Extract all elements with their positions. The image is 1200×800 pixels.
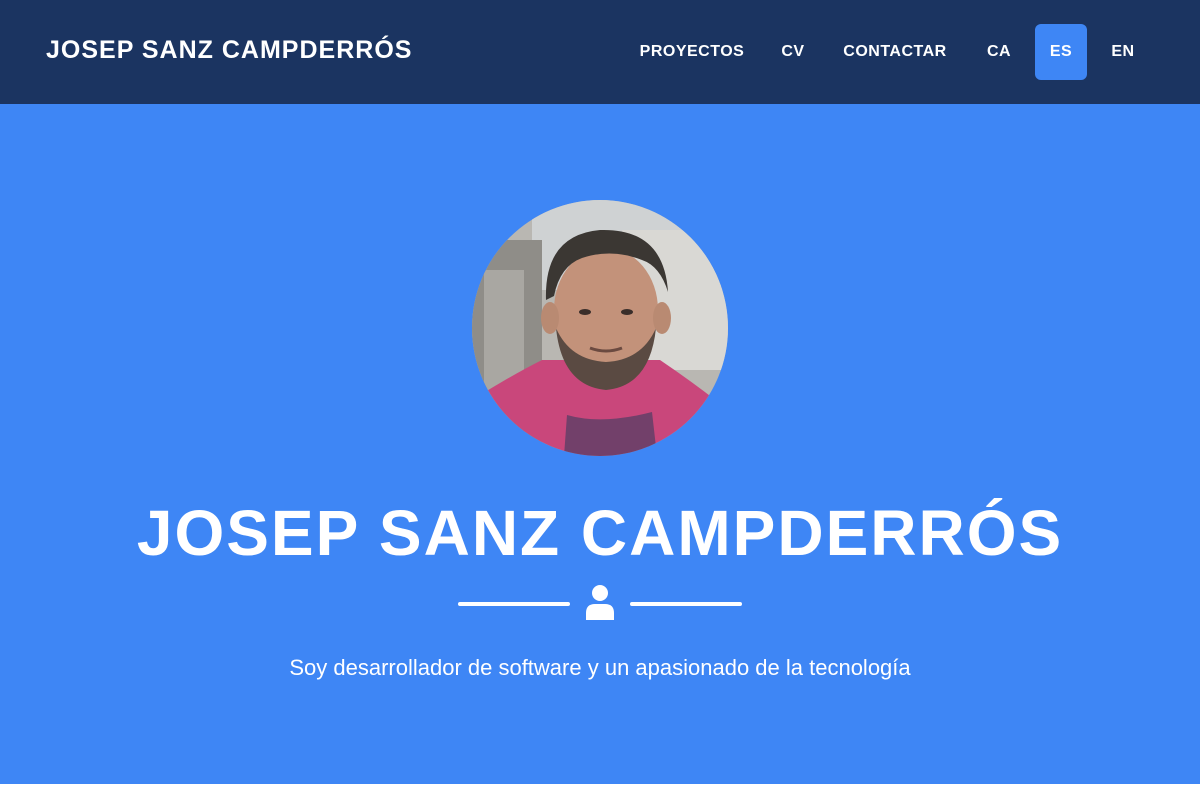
divider-line-left (458, 602, 570, 606)
divider-line-right (630, 602, 742, 606)
hero-subtitle: Soy desarrollador de software y un apasi… (289, 655, 911, 680)
nav-link-cv[interactable]: CV (762, 24, 824, 80)
nav-link-contactar[interactable]: CONTACTAR (824, 24, 966, 80)
lang-link-en[interactable]: EN (1090, 24, 1156, 80)
hero-title: JOSEP SANZ CAMPDERRÓS (136, 497, 1064, 569)
nav-links: PROYECTOS CV CONTACTAR CA ES EN (0, 24, 1200, 80)
user-icon (584, 584, 616, 620)
nav-link-proyectos[interactable]: PROYECTOS (622, 24, 762, 80)
profile-photo (472, 200, 728, 456)
lang-link-es[interactable]: ES (1035, 24, 1087, 80)
lang-link-ca[interactable]: CA (966, 24, 1032, 80)
divider (0, 582, 1200, 622)
navbar: JOSEP SANZ CAMPDERRÓS PROYECTOS CV CONTA… (0, 0, 1200, 104)
hero-section: JOSEP SANZ CAMPDERRÓS Soy desarrollador … (0, 104, 1200, 784)
